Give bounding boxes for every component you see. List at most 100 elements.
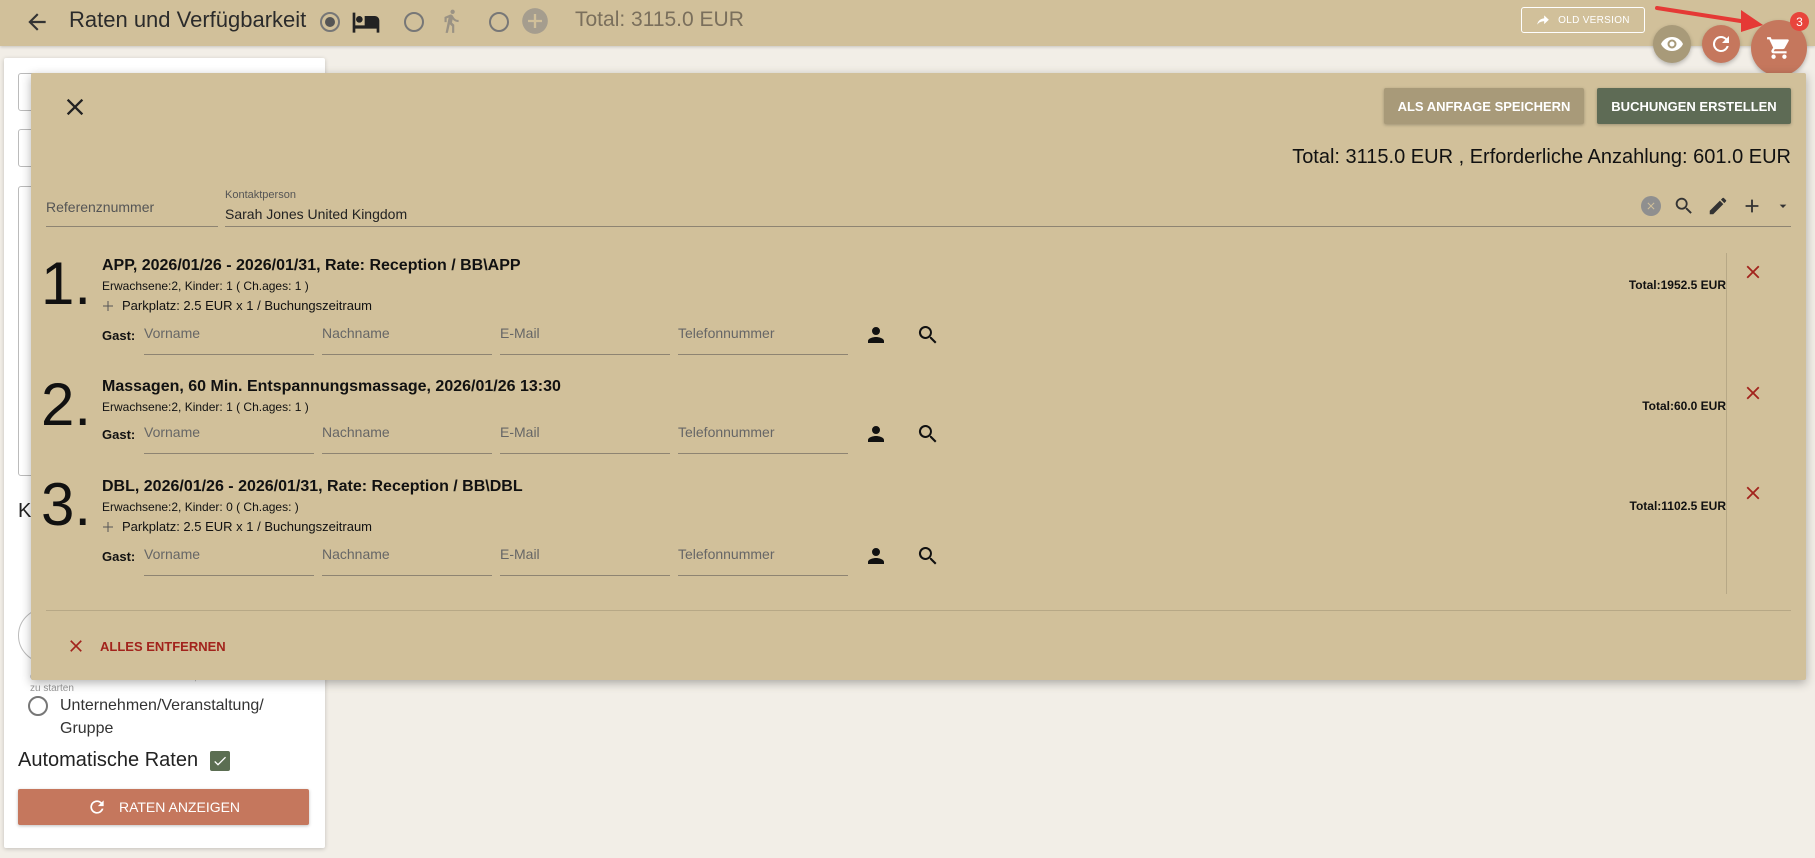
item-extra: Parkplatz: 2.5 EUR x 1 / Buchungszeitrau… [102,298,372,313]
radio-accommodation[interactable] [320,12,340,32]
plus-icon[interactable] [102,300,114,312]
remove-item-icon[interactable] [1742,482,1764,504]
item-title: Massagen, 60 Min. Entspannungsmassage, 2… [102,378,561,395]
clear-icon[interactable] [1641,196,1661,216]
show-rates-label: RATEN ANZEIGEN [118,799,241,815]
item-extra: Parkplatz: 2.5 EUR x 1 / Buchungszeitrau… [102,519,372,534]
guest-email-input[interactable]: E-Mail [500,414,670,454]
search-icon[interactable] [916,422,940,446]
refresh-icon [1712,35,1729,52]
cart-panel: ALS ANFRAGE SPEICHERN BUCHUNGEN ERSTELLE… [31,73,1806,680]
last-name-placeholder: Nachname [322,325,390,341]
item-total: Total:60.0 EUR [1642,399,1726,413]
horizontal-divider [46,610,1791,611]
cart-icon [1767,37,1789,59]
auto-rates-label: Automatische Raten [18,749,199,771]
section-heading: K [18,500,32,522]
auto-rates-checkbox[interactable] [210,750,231,771]
arrow-back-icon[interactable] [24,9,50,35]
item-title: DBL, 2026/01/26 - 2026/01/31, Rate: Rece… [102,478,523,495]
cart-total-summary: Total: 3115.0 EUR , Erforderliche Anzahl… [1292,146,1791,168]
item-title: APP, 2026/01/26 - 2026/01/31, Rate: Rece… [102,257,521,274]
phone-placeholder: Telefonnummer [678,424,775,440]
item-occupancy: Erwachsene:2, Kinder: 0 ( Ch.ages: ) [102,500,299,514]
person-icon[interactable] [864,422,888,446]
check-icon [214,756,227,766]
search-icon[interactable] [916,544,940,568]
radio-activity[interactable] [404,12,424,32]
share-icon [1537,15,1550,25]
first-name-placeholder: Vorname [144,325,201,341]
email-placeholder: E-Mail [500,424,540,440]
guest-phone-input[interactable]: Telefonnummer [678,414,848,454]
company-option[interactable]: Unternehmen/Veranstaltung/ Gruppe [28,694,290,740]
contact-label: Kontaktperson [225,189,296,201]
item-number: 1. [41,250,92,317]
reference-placeholder: Referenznummer [46,199,155,215]
search-icon[interactable] [916,323,940,347]
email-placeholder: E-Mail [500,325,540,341]
guest-last-name-input[interactable]: Nachname [322,414,492,454]
radio-extra[interactable] [489,12,509,32]
cart-item: 3. DBL, 2026/01/26 - 2026/01/31, Rate: R… [41,474,1741,579]
item-total: Total:1102.5 EUR [1629,499,1726,513]
contact-tools [1641,195,1791,217]
guest-last-name-input[interactable]: Nachname [322,536,492,576]
close-icon [70,640,82,652]
save-as-request-button[interactable]: ALS ANFRAGE SPEICHERN [1384,88,1584,124]
remove-item-icon[interactable] [1742,261,1764,283]
last-name-placeholder: Nachname [322,424,390,440]
remove-all-button[interactable]: ALLES ENTFERNEN [66,636,226,656]
guest-first-name-input[interactable]: Vorname [144,414,314,454]
bed-icon [352,12,380,33]
plus-icon[interactable] [1741,195,1763,217]
guest-label: Gast: [102,548,136,564]
company-radio[interactable] [28,696,48,716]
cart-badge: 3 [1790,12,1809,31]
first-name-placeholder: Vorname [144,546,201,562]
email-placeholder: E-Mail [500,546,540,562]
refresh-icon [90,800,104,814]
cart-item: 2. Massagen, 60 Min. Entspannungsmassage… [41,374,1741,459]
create-bookings-button[interactable]: BUCHUNGEN ERSTELLEN [1597,88,1791,124]
person-icon[interactable] [864,544,888,568]
page-title: Raten und Verfügbarkeit [69,7,307,32]
guest-first-name-input[interactable]: Vorname [144,315,314,355]
guest-row: Gast: Vorname Nachname E-Mail Telefonnum… [102,315,960,355]
old-version-button[interactable]: OLD VERSION [1521,7,1645,33]
header-total: Total: 3115.0 EUR [575,8,744,31]
item-number: 3. [41,471,92,538]
preview-button[interactable] [1653,25,1691,63]
item-occupancy: Erwachsene:2, Kinder: 1 ( Ch.ages: 1 ) [102,279,309,293]
plus-icon[interactable] [102,521,114,533]
person-icon[interactable] [864,323,888,347]
guest-label: Gast: [102,426,136,442]
guest-email-input[interactable]: E-Mail [500,536,670,576]
company-option-label: Unternehmen/Veranstaltung/ Gruppe [60,697,264,737]
remove-item-icon[interactable] [1742,382,1764,404]
show-rates-button[interactable]: RATEN ANZEIGEN [18,789,309,825]
guest-phone-input[interactable]: Telefonnummer [678,536,848,576]
guest-phone-input[interactable]: Telefonnummer [678,315,848,355]
contact-person-field[interactable]: Kontaktperson Sarah Jones United Kingdom [225,183,1791,227]
eye-icon [1661,37,1683,51]
walk-icon [444,9,459,33]
item-extra-text: Parkplatz: 2.5 EUR x 1 / Buchungszeitrau… [122,298,373,313]
phone-placeholder: Telefonnummer [678,546,775,562]
item-extra-text: Parkplatz: 2.5 EUR x 1 / Buchungszeitrau… [122,519,373,534]
guest-email-input[interactable]: E-Mail [500,315,670,355]
search-icon[interactable] [1673,195,1695,217]
refresh-button[interactable] [1702,25,1740,63]
pencil-icon[interactable] [1707,195,1729,217]
cart-item: 1. APP, 2026/01/26 - 2026/01/31, Rate: R… [41,253,1741,358]
guest-first-name-input[interactable]: Vorname [144,536,314,576]
remove-all-label: ALLES ENTFERNEN [100,638,226,654]
guest-row: Gast: Vorname Nachname E-Mail Telefonnum… [102,414,960,454]
item-occupancy: Erwachsene:2, Kinder: 1 ( Ch.ages: 1 ) [102,400,309,414]
reference-number-field[interactable]: Referenznummer [46,183,218,227]
close-icon[interactable] [61,93,89,121]
phone-placeholder: Telefonnummer [678,325,775,341]
old-version-label: OLD VERSION [1558,14,1630,26]
guest-last-name-input[interactable]: Nachname [322,315,492,355]
chevron-down-icon[interactable] [1775,198,1791,214]
